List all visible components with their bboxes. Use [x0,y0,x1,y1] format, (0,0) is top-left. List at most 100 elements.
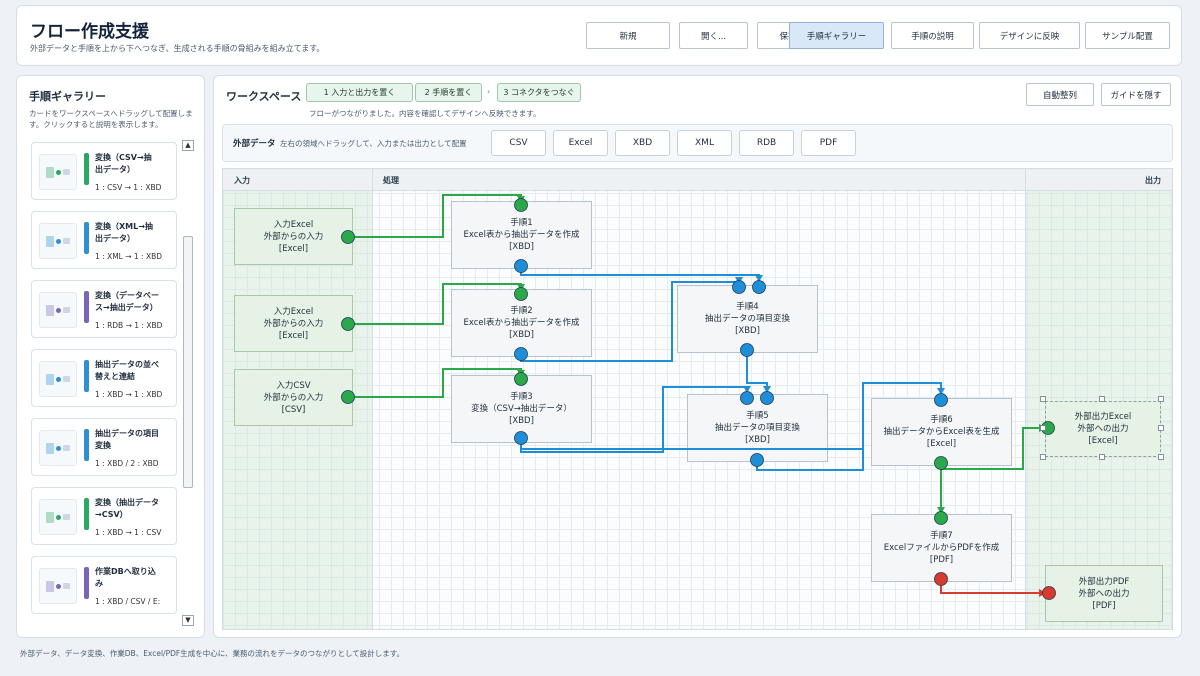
input-port[interactable] [514,287,528,301]
connector-in3-p3[interactable] [348,368,522,398]
gallery-card[interactable]: 変換（抽出データ →CSV） 1 : XBD → 1 : CSV [31,487,177,545]
format-xml[interactable]: XML [677,130,732,156]
card-color-bar [84,567,89,599]
output-port[interactable] [750,453,764,467]
app-title: フロー作成支援 [30,22,149,42]
format-rdb[interactable]: RDB [739,130,794,156]
xbd-to-csv-icon [39,499,77,535]
guide-step-3[interactable]: 3 コネクタをつなぐ [497,83,581,102]
gallery-card[interactable]: 抽出データの項目 変換 1 : XBD / 2 : XBD [31,418,177,476]
connector-p6-out1[interactable] [940,427,1041,470]
output-port[interactable] [514,259,528,273]
resize-handle[interactable] [1158,396,1164,402]
gallery-card[interactable]: 変換（データベー ス→抽出データ） 1 : RDB → 1 : XBD [31,280,177,338]
output-port[interactable] [514,431,528,445]
resize-handle[interactable] [1099,454,1105,460]
resize-handle[interactable] [1158,425,1164,431]
import-db-icon [39,568,77,604]
card-io: 1 : RDB → 1 : XBD [95,321,163,330]
resize-handle[interactable] [1040,425,1046,431]
database-convert-icon [39,292,77,328]
card-io: 1 : XBD → 1 : XBD [95,390,163,399]
resize-handle[interactable] [1158,454,1164,460]
connector-in1-p1[interactable] [348,194,522,238]
flow-canvas[interactable]: 入力 処理 出力 入力Excel 外部からの入力 [Excel] 入力Excel… [222,168,1173,630]
connector-p5-p6[interactable] [520,382,942,450]
hide-guide-button[interactable]: ガイドを隠す [1101,83,1171,106]
apply-design-button[interactable]: デザインに反映 [979,22,1080,49]
input-port[interactable] [514,372,528,386]
card-title: 変換（データベー ス→抽出データ） [95,291,159,312]
card-title: 作業DBへ取り込 み [95,567,156,588]
card-color-bar [84,360,89,392]
sample-layout-button[interactable]: サンプル配置 [1085,22,1170,49]
gallery-card[interactable]: 作業DBへ取り込 み 1 : XBD / CSV / E: [31,556,177,614]
resize-handle[interactable] [1040,454,1046,460]
scroll-thumb[interactable] [183,236,193,488]
input-port[interactable] [934,393,948,407]
input-port[interactable] [934,511,948,525]
connector-p1-p4[interactable] [520,266,760,282]
field-convert-icon [39,430,77,466]
format-pdf[interactable]: PDF [801,130,856,156]
connector-p7-out2[interactable] [940,579,1043,594]
output-port[interactable] [934,572,948,586]
new-button[interactable]: 新規 [586,22,670,49]
sidebar-scrollbar[interactable]: ▲ ▼ [181,140,195,628]
connector-p5-p6b[interactable] [756,382,942,471]
gallery-card[interactable]: 抽出データの並べ 替えと連結 1 : XBD → 1 : XBD [31,349,177,407]
card-io: 1 : CSV → 1 : XBD [95,183,162,192]
input-port[interactable] [760,391,774,405]
output-port[interactable] [740,343,754,357]
output-port[interactable] [341,317,355,331]
output-port[interactable] [514,347,528,361]
external-data-description: 左右の領域へドラッグして、入力または出力として配置 [280,139,467,148]
step-description-button[interactable]: 手順の説明 [891,22,974,49]
step-separator-icon: › [487,87,491,96]
csv-convert-icon [39,154,77,190]
connector-p2-p4[interactable] [520,281,739,362]
card-title: 変換（CSV→抽 出データ） [95,153,152,174]
workspace-panel: ワークスペース 1 入力と出力を置く › 2 手順を置く › 3 コネクタをつな… [213,75,1182,638]
auto-arrange-button[interactable]: 自動整列 [1026,83,1094,106]
output-port[interactable] [934,456,948,470]
input-port[interactable] [1042,586,1056,600]
input-port[interactable] [514,198,528,212]
card-title: 変換（抽出データ →CSV） [95,498,159,519]
external-data-bar: 外部データ 左右の領域へドラッグして、入力または出力として配置 CSV Exce… [222,124,1173,162]
connector-in2-p2[interactable] [348,283,522,325]
card-list: 変換（CSV→抽 出データ） 1 : CSV → 1 : XBD 変換（XML→抽 … [31,142,177,634]
resize-handle[interactable] [1040,396,1046,402]
card-color-bar [84,291,89,323]
resize-handle[interactable] [1099,396,1105,402]
step-gallery-button[interactable]: 手順ギャラリー [789,22,884,49]
step-gallery-sidebar: 手順ギャラリー カードをワークスペースへドラッグして配置します。クリックすると説… [16,75,205,638]
footer-text: 外部データ、データ変換、作業DB、Excel/PDF生成を中心に、業務の流れをデ… [20,649,404,658]
card-color-bar [84,153,89,185]
output-port[interactable] [341,230,355,244]
input-port[interactable] [752,280,766,294]
gallery-card[interactable]: 変換（XML→抽 出データ） 1 : XML → 1 : XBD [31,211,177,269]
format-csv[interactable]: CSV [491,130,546,156]
gallery-card[interactable]: 変換（CSV→抽 出データ） 1 : CSV → 1 : XBD [31,142,177,200]
card-color-bar [84,222,89,254]
card-title: 抽出データの項目 変換 [95,429,159,450]
input-port[interactable] [732,280,746,294]
connector-p3-p5[interactable] [520,386,748,453]
format-excel[interactable]: Excel [553,130,608,156]
workspace-title: ワークスペース [226,90,302,103]
input-port[interactable] [740,391,754,405]
sidebar-title: 手順ギャラリー [29,90,106,103]
output-port[interactable] [341,390,355,404]
guide-step-1[interactable]: 1 入力と出力を置く [306,83,413,102]
guide-step-2[interactable]: 2 手順を置く [415,83,482,102]
external-data-label: 外部データ [233,139,276,149]
app-header: フロー作成支援 外部データと手順を上から下へつなぎ、生成される手順の骨組みを組み… [16,5,1182,66]
card-io: 1 : XBD / CSV / E: [95,597,161,606]
scroll-up-icon[interactable]: ▲ [182,140,194,151]
open-button[interactable]: 開く... [679,22,748,49]
scroll-down-icon[interactable]: ▼ [182,615,194,626]
format-xbd[interactable]: XBD [615,130,670,156]
card-color-bar [84,498,89,530]
card-title: 変換（XML→抽 出データ） [95,222,153,243]
